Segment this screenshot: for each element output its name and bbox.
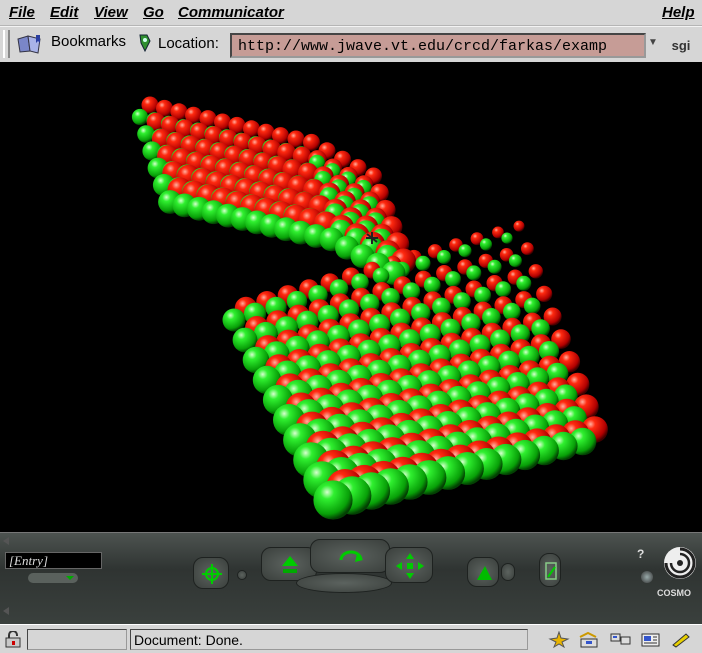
bookmarks-button[interactable]: Bookmarks: [51, 33, 126, 50]
help-toggle[interactable]: [641, 571, 653, 583]
menu-file[interactable]: File: [9, 4, 35, 21]
crosshair-icon: [202, 564, 222, 584]
green-sphere: [487, 259, 502, 274]
red-sphere: [536, 285, 553, 302]
green-sphere: [445, 271, 461, 287]
green-sphere: [501, 232, 513, 244]
green-sphere: [466, 265, 482, 281]
help-icon[interactable]: ?: [637, 547, 649, 561]
seek-button[interactable]: [193, 557, 229, 589]
edit-component-icon[interactable]: [670, 631, 692, 648]
red-sphere: [521, 242, 534, 256]
green-sphere: [372, 267, 390, 285]
pencil-icon: [545, 562, 557, 580]
vrml-viewport[interactable]: [0, 62, 702, 532]
dashboard-base: [296, 573, 392, 593]
url-input[interactable]: http://www.jwave.vt.edu/crcd/farkas/exam…: [230, 33, 646, 58]
menu-communicator[interactable]: Communicator: [178, 4, 284, 21]
status-bar: Document: Done.: [0, 624, 702, 653]
green-sphere: [523, 297, 541, 315]
cosmo-player-dashboard: [Entry] ? COSMO: [0, 532, 702, 624]
menu-help[interactable]: Help: [662, 4, 695, 21]
sgi-logo: sgi: [671, 38, 691, 53]
navigator-component-icon[interactable]: [548, 631, 570, 648]
tilt-icon: [477, 566, 492, 580]
menu-go[interactable]: Go: [143, 4, 164, 21]
mail-component-icon[interactable]: [578, 631, 600, 648]
location-toolbar: Bookmarks Location: http://www.jwave.vt.…: [0, 26, 702, 62]
menu-view[interactable]: View: [94, 4, 128, 21]
pan-icon: [396, 553, 424, 579]
progress-bar: [27, 629, 127, 650]
viewpoint-list[interactable]: [Entry]: [5, 552, 102, 569]
green-sphere: [415, 255, 431, 271]
bookmarks-icon[interactable]: [16, 33, 44, 55]
menu-edit[interactable]: Edit: [50, 4, 78, 21]
viewpoint-dropdown-button[interactable]: [28, 573, 78, 583]
green-sphere: [131, 108, 149, 126]
red-sphere: [513, 220, 525, 232]
collapse-up-icon[interactable]: [3, 537, 9, 545]
sphere-lattice: [131, 96, 608, 520]
collapse-down-icon[interactable]: [3, 607, 9, 615]
green-sphere: [479, 238, 493, 251]
cosmo-logo: COSMO: [657, 547, 696, 598]
pan-button[interactable]: [385, 547, 433, 583]
mode-dot[interactable]: [237, 570, 247, 580]
url-dropdown-icon[interactable]: ▼: [648, 37, 658, 51]
next-viewpoint-button[interactable]: [501, 563, 515, 581]
discussion-component-icon[interactable]: [610, 631, 632, 648]
green-sphere: [474, 286, 491, 304]
status-message: Document: Done.: [130, 629, 528, 650]
composer-component-icon[interactable]: [640, 631, 662, 648]
toolbar-grip[interactable]: [3, 30, 10, 58]
menu-bar: File Edit View Go Communicator Help: [0, 0, 702, 26]
green-sphere: [313, 480, 353, 520]
green-sphere: [458, 244, 472, 258]
go-to-viewpoint-button[interactable]: [467, 557, 499, 587]
location-label: Location:: [158, 35, 219, 52]
edit-button[interactable]: [539, 553, 561, 587]
location-pin-icon: [139, 34, 151, 53]
rotate-button[interactable]: [310, 539, 390, 573]
green-sphere: [437, 250, 451, 264]
security-lock-icon[interactable]: [5, 631, 23, 648]
cosmo-label: COSMO: [657, 588, 691, 598]
green-sphere: [423, 276, 441, 294]
green-sphere: [495, 281, 512, 298]
green-sphere: [516, 275, 532, 291]
rotate-icon: [339, 550, 363, 562]
green-sphere: [508, 254, 522, 268]
red-sphere: [528, 264, 543, 279]
